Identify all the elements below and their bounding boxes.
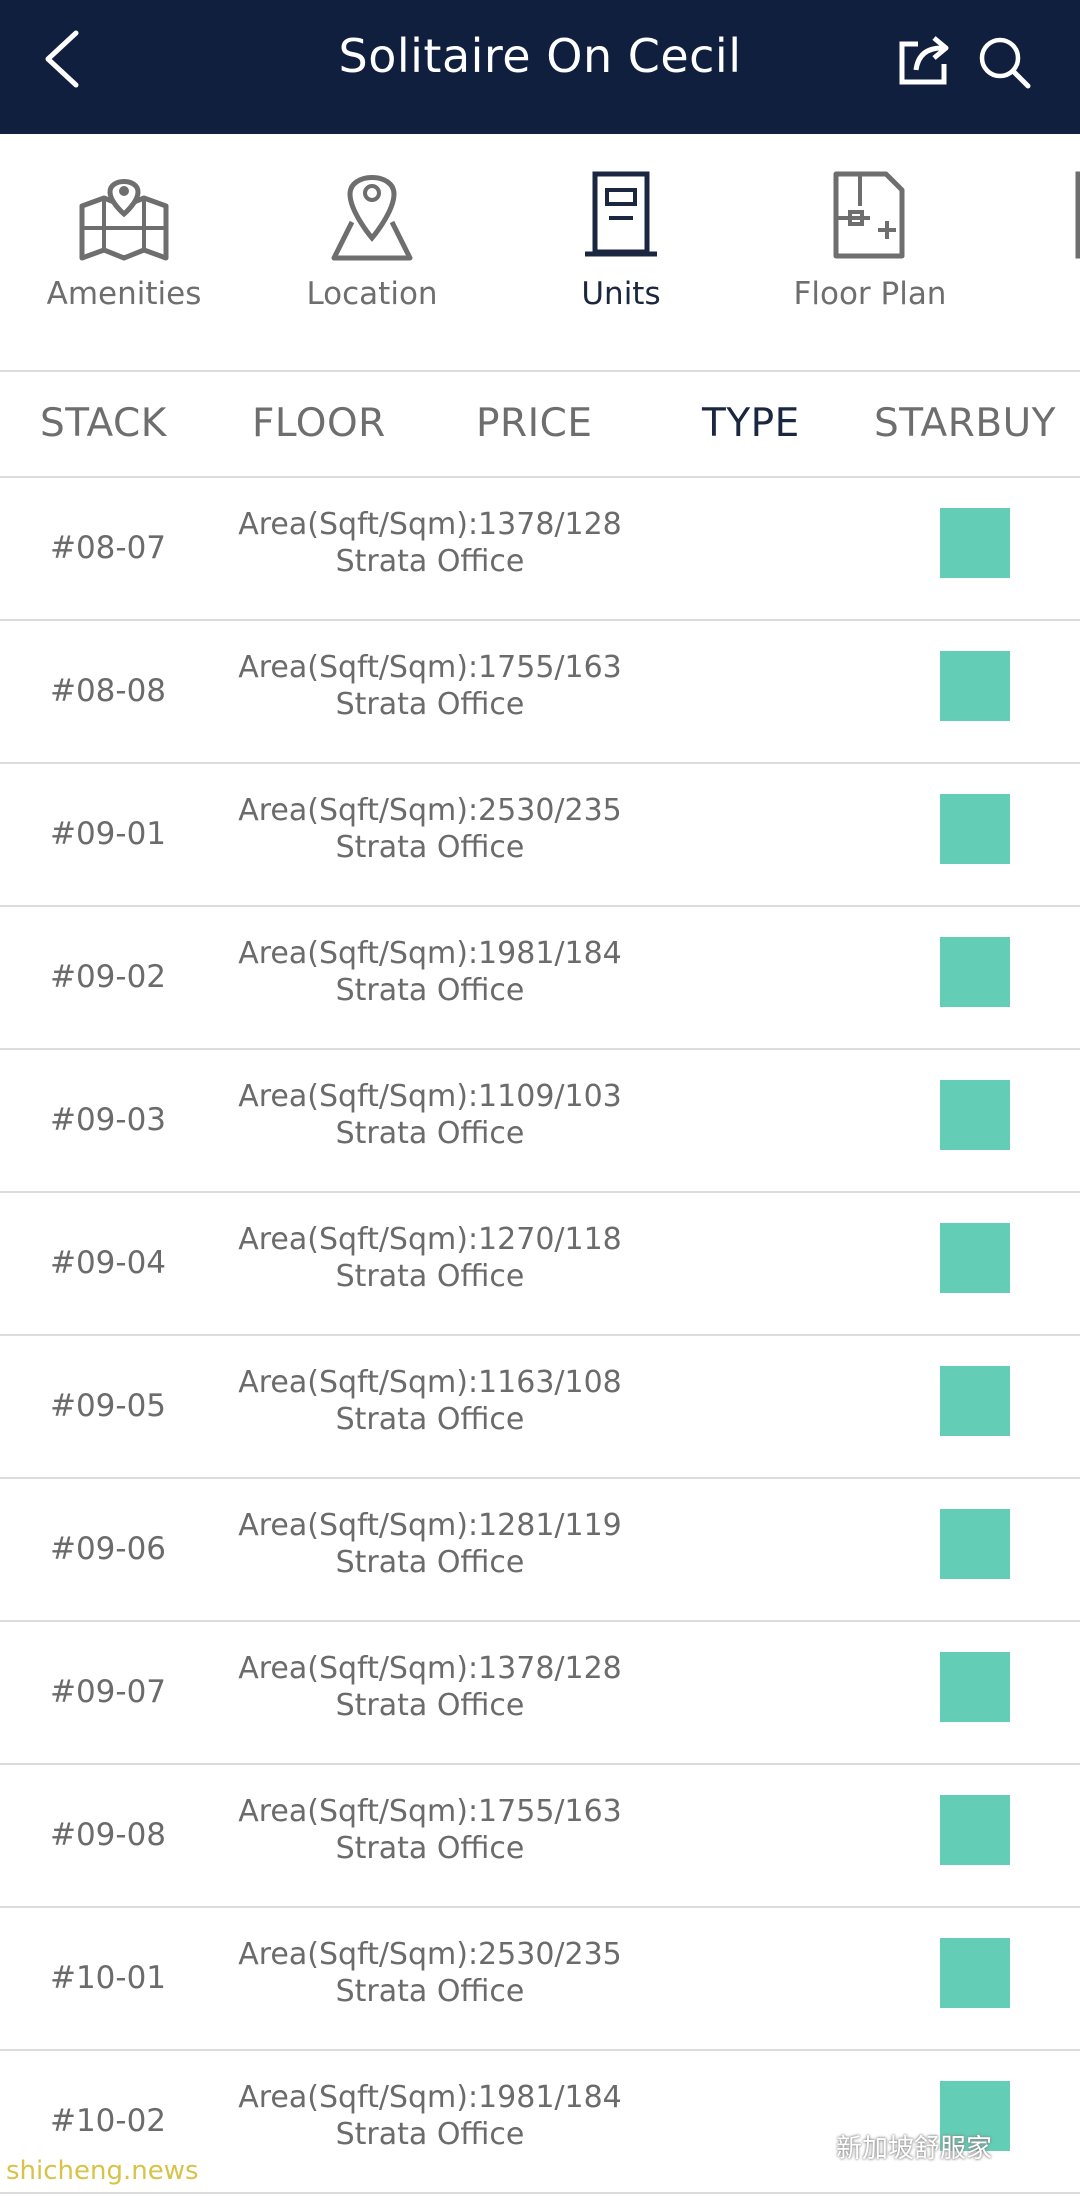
unit-stack: #08-08: [49, 673, 167, 709]
app-header: Solitaire On Cecil: [0, 0, 1080, 134]
unit-stack: #09-06: [49, 1531, 167, 1567]
unit-stack: #08-07: [49, 530, 167, 566]
starbuy-badge: [940, 1652, 1010, 1722]
tab-label-units: Units: [581, 276, 661, 312]
tab-floor-plan[interactable]: Floor Plan: [760, 134, 980, 370]
unit-area: Area(Sqft/Sqm):2530/235: [238, 793, 622, 828]
table-row[interactable]: #10-01 Area(Sqft/Sqm):2530/235 Strata Of…: [0, 1908, 1080, 2051]
unit-info: Area(Sqft/Sqm):1981/184 Strata Office: [200, 2079, 660, 2153]
column-price[interactable]: PRICE: [476, 372, 593, 476]
table-row[interactable]: #09-05 Area(Sqft/Sqm):1163/108 Strata Of…: [0, 1336, 1080, 1479]
starbuy-badge: [940, 1223, 1010, 1293]
unit-stack: #09-03: [49, 1102, 167, 1138]
unit-info: Area(Sqft/Sqm):1755/163 Strata Office: [200, 649, 660, 723]
category-tabs: Amenities Location Units Floor Plan: [0, 134, 1080, 372]
unit-area: Area(Sqft/Sqm):1378/128: [238, 1651, 622, 1686]
unit-area: Area(Sqft/Sqm):1109/103: [238, 1079, 622, 1114]
unit-area: Area(Sqft/Sqm):2530/235: [238, 1937, 622, 1972]
table-row[interactable]: #08-07 Area(Sqft/Sqm):1378/128 Strata Of…: [0, 478, 1080, 621]
starbuy-badge: [940, 1509, 1010, 1579]
watermark-left: shicheng.news: [6, 2156, 199, 2186]
tab-more-partial[interactable]: [1008, 134, 1080, 370]
location-pin-icon: [331, 175, 413, 261]
tab-label-location: Location: [306, 276, 438, 312]
table-row[interactable]: #09-08 Area(Sqft/Sqm):1755/163 Strata Of…: [0, 1765, 1080, 1908]
column-floor[interactable]: FLOOR: [252, 372, 386, 476]
unit-stack: #09-08: [49, 1817, 167, 1853]
unit-area: Area(Sqft/Sqm):1281/119: [238, 1508, 622, 1543]
unit-info: Area(Sqft/Sqm):1270/118 Strata Office: [200, 1221, 660, 1295]
unit-type: Strata Office: [335, 1545, 525, 1580]
starbuy-badge: [940, 1938, 1010, 2008]
units-list: #08-07 Area(Sqft/Sqm):1378/128 Strata Of…: [0, 478, 1080, 2194]
unit-info: Area(Sqft/Sqm):1981/184 Strata Office: [200, 935, 660, 1009]
unit-type: Strata Office: [335, 1688, 525, 1723]
share-icon[interactable]: [896, 30, 954, 88]
table-row[interactable]: #09-04 Area(Sqft/Sqm):1270/118 Strata Of…: [0, 1193, 1080, 1336]
unit-type: Strata Office: [335, 687, 525, 722]
tab-label-floor-plan: Floor Plan: [793, 276, 947, 312]
column-type[interactable]: TYPE: [702, 372, 800, 476]
unit-info: Area(Sqft/Sqm):1378/128 Strata Office: [200, 506, 660, 580]
column-stack[interactable]: STACK: [40, 372, 167, 476]
unit-info: Area(Sqft/Sqm):2530/235 Strata Office: [200, 792, 660, 866]
table-row[interactable]: #09-07 Area(Sqft/Sqm):1378/128 Strata Of…: [0, 1622, 1080, 1765]
unit-info: Area(Sqft/Sqm):1755/163 Strata Office: [200, 1793, 660, 1867]
starbuy-badge: [940, 794, 1010, 864]
unit-area: Area(Sqft/Sqm):1981/184: [238, 2080, 622, 2115]
unit-stack: #09-07: [49, 1674, 167, 1710]
unit-type: Strata Office: [335, 830, 525, 865]
starbuy-badge: [940, 937, 1010, 1007]
unit-stack: #09-04: [49, 1245, 167, 1281]
unit-area: Area(Sqft/Sqm):1755/163: [238, 650, 622, 685]
unit-info: Area(Sqft/Sqm):1163/108 Strata Office: [200, 1364, 660, 1438]
table-row[interactable]: #09-02 Area(Sqft/Sqm):1981/184 Strata Of…: [0, 907, 1080, 1050]
unit-info: Area(Sqft/Sqm):1281/119 Strata Office: [200, 1507, 660, 1581]
watermark-right: 新加坡舒服家: [836, 2134, 993, 2164]
unit-type: Strata Office: [335, 1259, 525, 1294]
table-row[interactable]: #09-01 Area(Sqft/Sqm):2530/235 Strata Of…: [0, 764, 1080, 907]
search-icon[interactable]: [976, 34, 1034, 92]
table-row[interactable]: #09-03 Area(Sqft/Sqm):1109/103 Strata Of…: [0, 1050, 1080, 1193]
unit-type: Strata Office: [335, 1116, 525, 1151]
unit-info: Area(Sqft/Sqm):1378/128 Strata Office: [200, 1650, 660, 1724]
starbuy-badge: [940, 1080, 1010, 1150]
tab-amenities[interactable]: Amenities: [14, 134, 234, 370]
chevron-left-icon[interactable]: [36, 27, 96, 91]
unit-area: Area(Sqft/Sqm):1163/108: [238, 1365, 622, 1400]
unit-type: Strata Office: [335, 2117, 525, 2152]
unit-type: Strata Office: [335, 1974, 525, 2009]
unit-stack: #09-02: [49, 959, 167, 995]
unit-type: Strata Office: [335, 1402, 525, 1437]
table-row[interactable]: #08-08 Area(Sqft/Sqm):1755/163 Strata Of…: [0, 621, 1080, 764]
unit-stack: #10-01: [49, 1960, 167, 1996]
floor-plan-icon: [833, 171, 905, 259]
page-title: Solitaire On Cecil: [338, 29, 742, 83]
starbuy-badge: [940, 651, 1010, 721]
door-icon: [585, 171, 657, 257]
unit-area: Area(Sqft/Sqm):1755/163: [238, 1794, 622, 1829]
starbuy-badge: [940, 1795, 1010, 1865]
unit-type: Strata Office: [335, 544, 525, 579]
unit-stack: #09-01: [49, 816, 167, 852]
column-starbuy[interactable]: STARBUY: [874, 372, 1056, 476]
starbuy-badge: [940, 1366, 1010, 1436]
tab-label-amenities: Amenities: [46, 276, 202, 312]
table-row[interactable]: #09-06 Area(Sqft/Sqm):1281/119 Strata Of…: [0, 1479, 1080, 1622]
unit-area: Area(Sqft/Sqm):1378/128: [238, 507, 622, 542]
starbuy-badge: [940, 508, 1010, 578]
unit-stack: #09-05: [49, 1388, 167, 1424]
map-pin-icon: [79, 179, 169, 261]
unit-info: Area(Sqft/Sqm):1109/103 Strata Office: [200, 1078, 660, 1152]
unit-area: Area(Sqft/Sqm):1270/118: [238, 1222, 622, 1257]
tab-location[interactable]: Location: [262, 134, 482, 370]
unit-type: Strata Office: [335, 973, 525, 1008]
unit-type: Strata Office: [335, 1831, 525, 1866]
partial-icon: [1075, 171, 1080, 259]
unit-area: Area(Sqft/Sqm):1981/184: [238, 936, 622, 971]
column-headers: STACK FLOOR PRICE TYPE STARBUY: [0, 372, 1080, 478]
tab-units[interactable]: Units: [511, 134, 731, 370]
unit-info: Area(Sqft/Sqm):2530/235 Strata Office: [200, 1936, 660, 2010]
